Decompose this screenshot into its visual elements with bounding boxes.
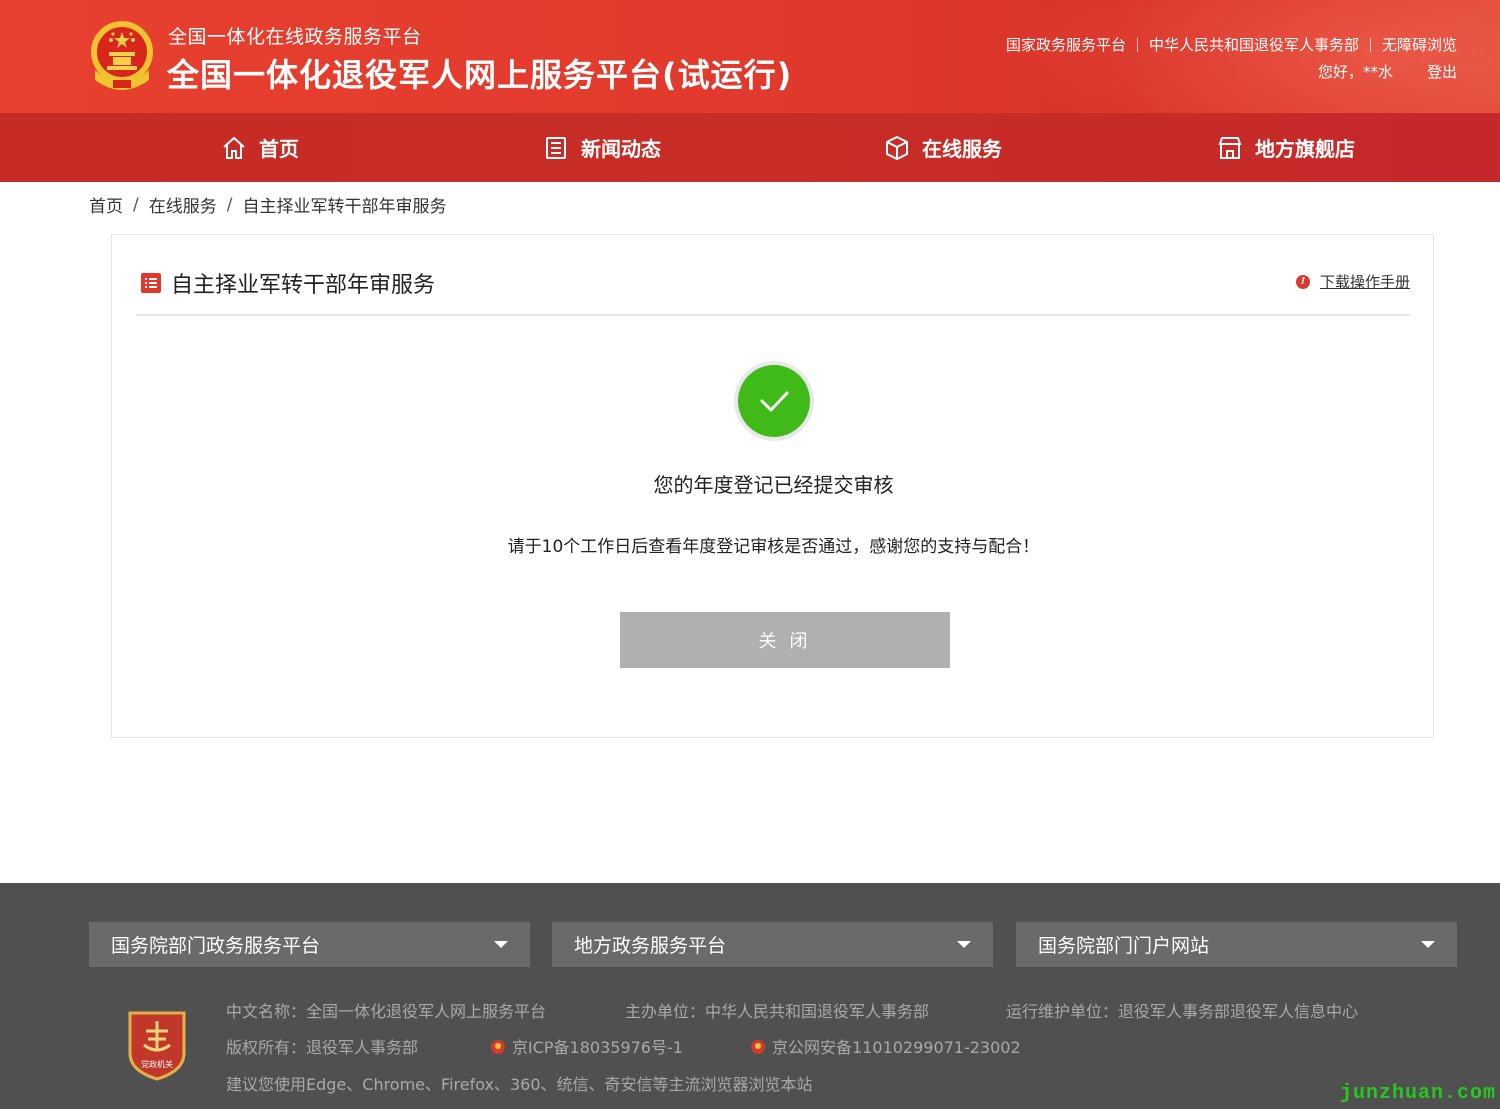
footer-police-record[interactable]: 京公网安备11010299071-23002: [750, 1034, 1021, 1058]
breadcrumb-online-service[interactable]: 在线服务: [149, 192, 217, 217]
success-title: 您的年度登记已经提交审核: [653, 473, 894, 497]
nav-item-news[interactable]: 新闻动态: [543, 113, 661, 182]
main-nav: 首页 新闻动态 在线服务 地方旗舰店: [0, 113, 1500, 182]
breadcrumb: 首页 / 在线服务 / 自主择业军转干部年审服务: [89, 192, 447, 218]
select-label: 国务院部门政务服务平台: [111, 935, 321, 957]
card-divider: [136, 314, 1410, 316]
breadcrumb-separator: /: [226, 194, 233, 215]
select-label: 地方政务服务平台: [574, 935, 727, 957]
success-check-icon: [738, 365, 810, 437]
link-separator: [1369, 37, 1371, 52]
breadcrumb-separator: /: [133, 194, 139, 215]
manual-download: ! 下载操作手册: [1295, 271, 1410, 292]
link-veterans-ministry[interactable]: 中华人民共和国退役军人事务部: [1149, 34, 1359, 55]
nav-item-label: 首页: [259, 137, 299, 161]
police-badge-icon: [751, 1040, 765, 1054]
news-icon: [546, 136, 566, 159]
chevron-down-icon: [494, 941, 508, 948]
site-footer: 国务院部门政务服务平台 地方政务服务平台 国务院部门门户网站 党政机关 中文名称…: [0, 883, 1500, 1109]
download-manual-link[interactable]: 下载操作手册: [1320, 271, 1410, 292]
footer-icp[interactable]: 京ICP备18035976号-1: [490, 1034, 683, 1058]
svg-text:党政机关: 党政机关: [141, 1059, 173, 1069]
nav-item-local-store[interactable]: 地方旗舰店: [1217, 113, 1355, 182]
select-label: 国务院部门门户网站: [1038, 935, 1210, 957]
police-badge-icon: [491, 1040, 505, 1054]
link-national-gov-platform[interactable]: 国家政务服务平台: [1006, 34, 1126, 55]
user-area: 您好，**水 登出: [1318, 61, 1457, 82]
footer-browser-tip: 建议您使用Edge、Chrome、Firefox、360、统信、奇安信等主流浏览…: [226, 1075, 813, 1094]
link-accessibility[interactable]: 无障碍浏览: [1382, 34, 1457, 55]
footer-chinese-name: 中文名称：全国一体化退役军人网上服务平台: [226, 1002, 547, 1021]
nav-item-label: 在线服务: [922, 137, 1002, 161]
select-state-council-portals[interactable]: 国务院部门门户网站: [1016, 922, 1457, 967]
footer-maintainer: 运行维护单位：退役军人事务部退役军人信息中心: [1006, 1002, 1359, 1021]
footer-copyright: 版权所有：退役军人事务部: [226, 1038, 419, 1057]
breadcrumb-home[interactable]: 首页: [89, 192, 123, 217]
flag-decoration: [940, 0, 1500, 113]
brand-title: 全国一体化退役军人网上服务平台(试运行): [167, 56, 793, 94]
brand-subtitle: 全国一体化在线政务服务平台: [168, 26, 422, 48]
party-government-badge-icon[interactable]: 党政机关: [126, 1009, 188, 1081]
police-record-number: 京公网安备11010299071-23002: [772, 1038, 1021, 1057]
store-icon: [1218, 136, 1242, 159]
logout-link[interactable]: 登出: [1427, 61, 1457, 82]
chevron-down-icon: [1421, 941, 1435, 948]
service-icon: [886, 135, 908, 160]
nav-item-label: 地方旗舰店: [1255, 137, 1355, 161]
top-links: 国家政务服务平台 中华人民共和国退役军人事务部 无障碍浏览: [1006, 34, 1457, 55]
success-indicator: [734, 361, 814, 441]
select-state-council-platforms[interactable]: 国务院部门政务服务平台: [89, 922, 530, 967]
nav-item-online-service[interactable]: 在线服务: [884, 113, 1002, 182]
select-local-platforms[interactable]: 地方政务服务平台: [552, 922, 993, 967]
nav-item-home[interactable]: 首页: [221, 113, 299, 182]
link-separator: [1136, 37, 1138, 52]
service-card: 自主择业军转干部年审服务 ! 下载操作手册 您的年度登记已经提交审核 请于10个…: [111, 234, 1434, 738]
breadcrumb-current: 自主择业军转干部年审服务: [242, 197, 447, 217]
site-watermark: junzhuan.com: [1339, 1082, 1496, 1105]
card-title-text: 自主择业军转干部年审服务: [171, 273, 436, 298]
icp-number: 京ICP备18035976号-1: [512, 1038, 683, 1057]
close-button[interactable]: 关 闭: [620, 612, 950, 668]
user-greeting: 您好，**水: [1317, 63, 1393, 81]
success-description: 请于10个工作日后查看年度登记审核是否通过，感谢您的支持与配合！: [507, 537, 1040, 557]
card-title: 自主择业军转干部年审服务: [141, 267, 435, 299]
list-icon: [141, 273, 161, 293]
home-icon: [223, 136, 245, 159]
chevron-down-icon: [957, 941, 971, 948]
nav-item-label: 新闻动态: [581, 137, 661, 161]
footer-sponsor: 主办单位：中华人民共和国退役军人事务部: [625, 1002, 930, 1021]
site-header: 全国一体化在线政务服务平台 全国一体化退役军人网上服务平台(试运行) 国家政务服…: [0, 0, 1500, 113]
info-icon: !: [1295, 274, 1310, 289]
national-emblem-icon: [91, 21, 153, 90]
